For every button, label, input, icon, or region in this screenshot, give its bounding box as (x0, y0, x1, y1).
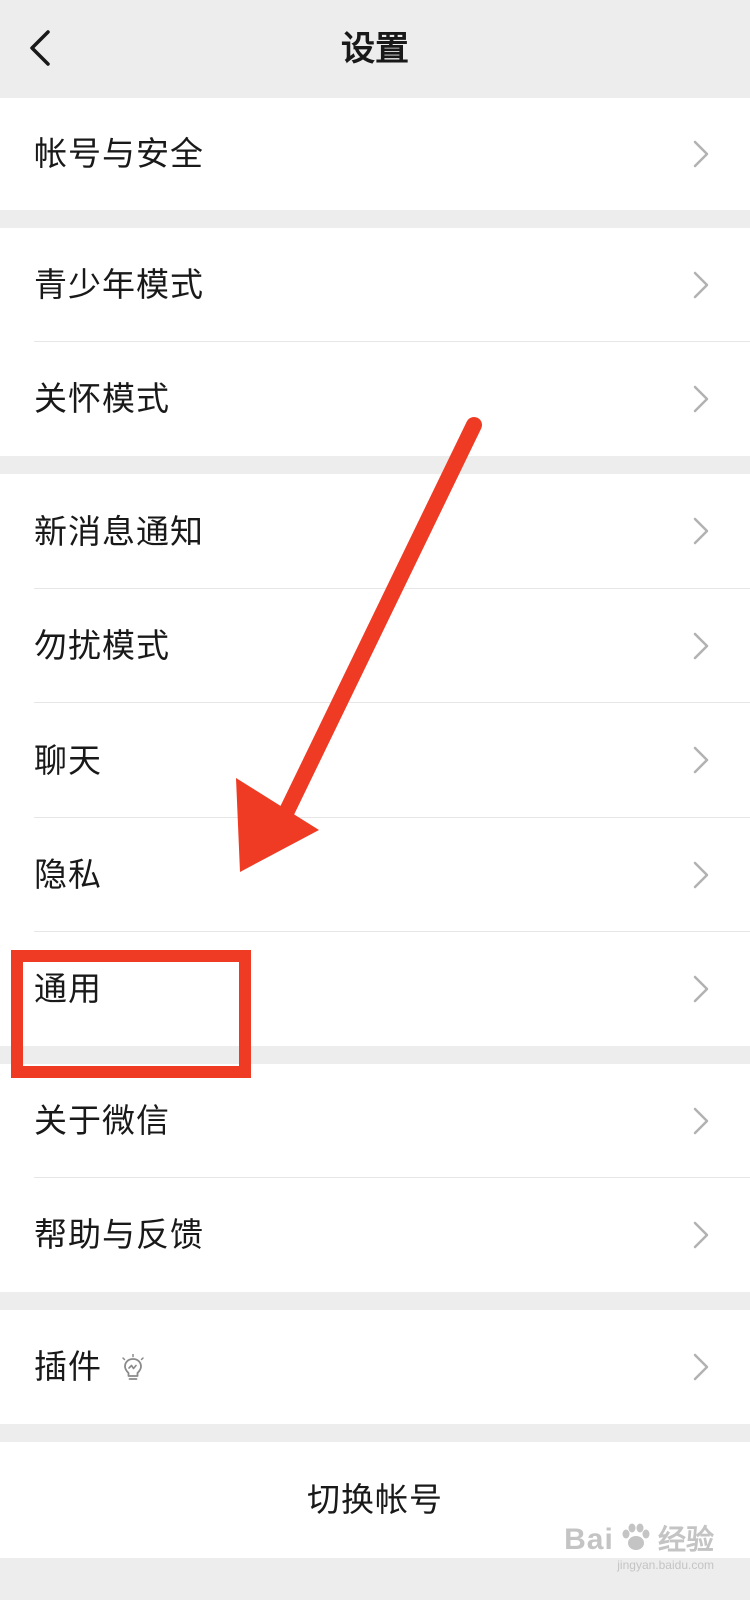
settings-group-plugins: 插件 (0, 1310, 750, 1424)
settings-item-label: 关怀模式 (34, 379, 170, 418)
nav-header: 设置 (0, 0, 750, 98)
page-title: 设置 (341, 29, 409, 69)
settings-item-plugins[interactable]: 插件 (0, 1310, 750, 1424)
settings-item-label: 聊天 (34, 741, 102, 780)
settings-item-label: 通用 (34, 969, 102, 1008)
settings-item-account-security[interactable]: 帐号与安全 (0, 98, 750, 210)
chevron-right-icon (693, 1221, 709, 1249)
watermark-sub: 经验 (657, 1523, 714, 1556)
settings-item-label: 插件 (34, 1347, 102, 1386)
chevron-right-icon (693, 517, 709, 545)
settings-item-label: 隐私 (34, 855, 102, 894)
watermark-brand: Bai (564, 1523, 614, 1556)
settings-item-general[interactable]: 通用 (0, 932, 750, 1046)
settings-item-label: 关于微信 (34, 1101, 170, 1140)
chevron-right-icon (693, 975, 709, 1003)
settings-group-modes: 青少年模式 关怀模式 (0, 228, 750, 456)
baidu-watermark: Bai 经验 jingyan.baidu.com (564, 1518, 714, 1572)
settings-item-privacy[interactable]: 隐私 (0, 818, 750, 932)
chevron-right-icon (693, 632, 709, 660)
lightbulb-icon (122, 1354, 144, 1380)
chevron-right-icon (693, 746, 709, 774)
settings-item-label: 青少年模式 (34, 265, 204, 304)
settings-item-help-feedback[interactable]: 帮助与反馈 (0, 1178, 750, 1292)
chevron-right-icon (693, 1353, 709, 1381)
settings-item-label: 勿扰模式 (34, 626, 170, 665)
settings-item-label: 帮助与反馈 (34, 1215, 204, 1254)
settings-item-chat[interactable]: 聊天 (0, 703, 750, 818)
settings-item-label: 新消息通知 (34, 512, 204, 551)
paw-icon (622, 1523, 650, 1550)
settings-item-teen-mode[interactable]: 青少年模式 (0, 228, 750, 342)
settings-item-label: 帐号与安全 (34, 134, 204, 173)
watermark-url: jingyan.baidu.com (617, 1558, 714, 1572)
settings-group-account: 帐号与安全 (0, 98, 750, 210)
settings-item-do-not-disturb[interactable]: 勿扰模式 (0, 589, 750, 703)
chevron-right-icon (693, 140, 709, 168)
settings-item-new-message-notification[interactable]: 新消息通知 (0, 474, 750, 589)
settings-item-about-wechat[interactable]: 关于微信 (0, 1064, 750, 1178)
chevron-right-icon (693, 1107, 709, 1135)
chevron-right-icon (693, 271, 709, 299)
settings-group-general: 新消息通知 勿扰模式 聊天 隐私 通用 (0, 474, 750, 1046)
chevron-right-icon (693, 385, 709, 413)
settings-item-care-mode[interactable]: 关怀模式 (0, 342, 750, 456)
chevron-right-icon (693, 861, 709, 889)
settings-group-about: 关于微信 帮助与反馈 (0, 1064, 750, 1292)
